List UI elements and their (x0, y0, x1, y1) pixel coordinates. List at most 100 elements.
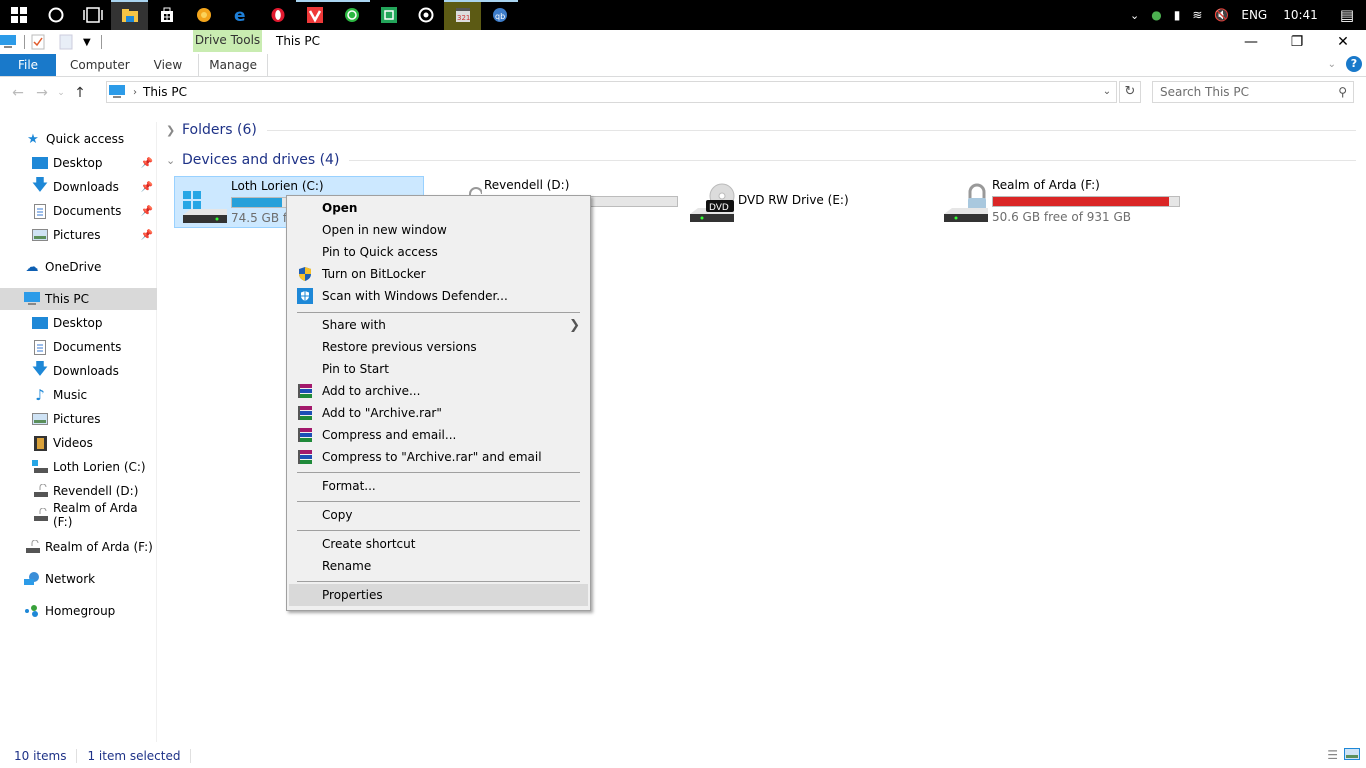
properties-checklist-icon[interactable] (31, 34, 45, 50)
menu-item-open[interactable]: Open (289, 197, 588, 219)
breadcrumb-this-pc[interactable]: This PC (143, 85, 187, 99)
menu-item-add-archive[interactable]: Add to archive... (289, 380, 588, 402)
tab-manage[interactable]: Manage (198, 54, 269, 76)
menu-item-rename[interactable]: Rename (289, 555, 588, 577)
menu-item-label: Open in new window (322, 223, 447, 237)
task-view-button[interactable] (74, 0, 111, 30)
internet-download-manager-icon[interactable]: ● (1151, 8, 1161, 22)
refresh-button[interactable]: ↻ (1119, 81, 1141, 103)
sidebar-item-quick-desktop[interactable]: Desktop 📌 (0, 152, 157, 174)
wifi-icon[interactable]: ≋ (1192, 8, 1202, 22)
clock[interactable]: 10:41 (1283, 8, 1318, 22)
menu-item-properties[interactable]: Properties (289, 584, 588, 606)
drive-tile[interactable]: DVD DVD RW Drive (E:) (682, 176, 932, 228)
sidebar-item-drive-f[interactable]: Realm of Arda (F:) (0, 501, 157, 529)
restore-button[interactable]: ❐ (1274, 30, 1320, 54)
sidebar-item-onedrive[interactable]: ☁ OneDrive (0, 256, 157, 278)
mpc-icon: 321 (455, 8, 470, 22)
taskbar-store[interactable] (148, 0, 185, 30)
back-button[interactable]: ← (6, 85, 30, 101)
start-button[interactable] (0, 0, 37, 30)
battery-plug-icon[interactable]: ▮ (1174, 8, 1181, 22)
customize-qat-dropdown-icon[interactable]: ▼ (83, 37, 91, 48)
tab-computer[interactable]: Computer (58, 54, 142, 76)
qbittorrent-icon: qb (492, 8, 507, 22)
sidebar-item-quick-downloads[interactable]: 🡇 Downloads 📌 (0, 175, 157, 198)
taskbar-qbittorrent[interactable]: qb (481, 0, 518, 30)
details-view-icon[interactable]: ☰ (1327, 748, 1338, 763)
sidebar-item-removable-f[interactable]: Realm of Arda (F:) (0, 536, 157, 558)
address-bar[interactable]: › This PC ⌄ (106, 81, 1117, 103)
cortana-button[interactable] (37, 0, 74, 30)
pin-icon[interactable]: 📌 (141, 182, 153, 193)
large-icons-view-icon[interactable] (1344, 748, 1360, 763)
sidebar-item-quick-documents[interactable]: Documents 📌 (0, 200, 157, 222)
expand-ribbon-chevron-icon[interactable]: ⌄ (1328, 59, 1336, 70)
taskbar-mpc[interactable]: 321 (444, 0, 481, 30)
taskbar-chrome-canary[interactable] (185, 0, 222, 30)
tab-view[interactable]: View (142, 54, 194, 76)
sidebar-item-music[interactable]: ♪ Music (0, 384, 157, 406)
show-hidden-icons-chevron-icon[interactable]: ⌄ (1130, 9, 1139, 22)
taskbar-whatsapp[interactable] (333, 0, 370, 30)
sidebar-item-quick-pictures[interactable]: Pictures 📌 (0, 224, 157, 246)
taskbar-edge[interactable]: e (222, 0, 259, 30)
pin-icon[interactable]: 📌 (141, 206, 153, 217)
sidebar-item-videos[interactable]: Videos (0, 432, 157, 454)
menu-item-compress-rar-email[interactable]: Compress to "Archive.rar" and email (289, 446, 588, 468)
view-buttons: ☰ (1327, 748, 1360, 763)
sidebar-item-desktop[interactable]: Desktop (0, 312, 157, 334)
menu-item-compress-email[interactable]: Compress and email... (289, 424, 588, 446)
videos-film-icon (32, 435, 48, 451)
sidebar-item-network[interactable]: Network (0, 568, 157, 590)
groove-music-icon (418, 7, 433, 23)
menu-item-open-new-window[interactable]: Open in new window (289, 219, 588, 241)
devices-group-label: Devices and drives (4) (182, 152, 340, 168)
drive-free-space: 50.6 GB free of 931 GB (992, 210, 1131, 224)
taskbar-file-explorer[interactable] (111, 0, 148, 30)
up-button[interactable]: ↑ (68, 85, 92, 101)
menu-item-copy[interactable]: Copy (289, 504, 588, 526)
action-center-icon[interactable]: ▤ (1340, 6, 1354, 24)
sidebar-item-homegroup[interactable]: Homegroup (0, 600, 157, 622)
folders-group-header[interactable]: ❯ Folders (6) (166, 122, 1356, 138)
taskbar-groove[interactable] (407, 0, 444, 30)
minimize-button[interactable]: — (1228, 30, 1274, 54)
winrar-icon (298, 384, 312, 398)
sidebar-item-downloads[interactable]: 🡇 Downloads (0, 359, 157, 382)
sidebar-item-documents[interactable]: Documents (0, 336, 157, 358)
taskbar-vivaldi[interactable] (296, 0, 333, 30)
pin-icon[interactable]: 📌 (141, 158, 153, 169)
devices-group-header[interactable]: ⌄ Devices and drives (4) (166, 152, 1356, 168)
tab-file[interactable]: File (0, 54, 56, 76)
menu-item-restore-previous[interactable]: Restore previous versions (289, 336, 588, 358)
menu-item-pin-start[interactable]: Pin to Start (289, 358, 588, 380)
search-input[interactable]: Search This PC ⚲ (1152, 81, 1354, 103)
menu-item-bitlocker[interactable]: Turn on BitLocker (289, 263, 588, 285)
sidebar-item-this-pc[interactable]: This PC (0, 288, 157, 310)
recent-locations-dropdown[interactable]: ⌄ (54, 88, 68, 98)
new-folder-icon[interactable] (59, 34, 73, 50)
breadcrumb-chevron-icon[interactable]: › (133, 87, 137, 98)
pin-icon[interactable]: 📌 (141, 230, 153, 241)
taskbar-opera[interactable] (259, 0, 296, 30)
menu-item-pin-quick-access[interactable]: Pin to Quick access (289, 241, 588, 263)
menu-item-format[interactable]: Format... (289, 475, 588, 497)
forward-button[interactable]: → (30, 85, 54, 101)
address-dropdown-icon[interactable]: ⌄ (1098, 82, 1116, 102)
sidebar-item-pictures[interactable]: Pictures (0, 408, 157, 430)
drive-tile[interactable]: Realm of Arda (F:) 50.6 GB free of 931 G… (936, 176, 1186, 228)
search-icon[interactable]: ⚲ (1338, 82, 1347, 102)
taskbar-green-app[interactable] (370, 0, 407, 30)
volume-muted-icon[interactable]: 🔇 (1214, 8, 1229, 22)
language-indicator[interactable]: ENG (1241, 8, 1267, 22)
menu-item-create-shortcut[interactable]: Create shortcut (289, 533, 588, 555)
help-icon[interactable]: ? (1346, 56, 1362, 72)
menu-item-scan-defender[interactable]: Scan with Windows Defender... (289, 285, 588, 307)
menu-item-add-archive-rar[interactable]: Add to "Archive.rar" (289, 402, 588, 424)
sidebar-item-drive-d[interactable]: Revendell (D:) (0, 480, 157, 502)
sidebar-item-drive-c[interactable]: Loth Lorien (C:) (0, 456, 157, 478)
menu-item-share-with[interactable]: Share with ❯ (289, 314, 588, 336)
close-button[interactable]: ✕ (1320, 30, 1366, 54)
sidebar-item-quick-access[interactable]: ★ Quick access (0, 128, 157, 150)
